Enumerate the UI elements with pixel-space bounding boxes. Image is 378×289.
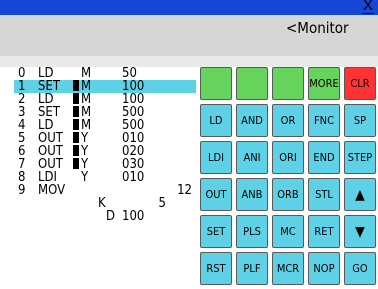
orb-key[interactable]: ORB [272,178,304,211]
instruction-keypad: MORE CLR LD AND OR FNC SP LDI ANI ORI END STEP OUT AN… [200,67,378,289]
value: 12 [177,183,192,198]
program-row[interactable]: K5 [14,197,196,210]
and-key[interactable]: AND [236,104,268,137]
step-number: 9 [18,183,26,198]
more-key[interactable]: MORE [308,67,340,100]
anb-key[interactable]: ANB [236,178,268,211]
contact-state-bar [73,145,80,158]
contact-state-bar [73,132,80,145]
set-key[interactable]: SET [200,215,232,248]
blank-key[interactable] [200,67,232,100]
program-list[interactable]: 0 LD M 50 1 SET M 100 2 LD M 100 3 SET M 500 4 LD M 500 5 OUT… [14,67,196,223]
instruction: MOV [38,183,66,198]
page-title: <Monitor [286,19,349,37]
value: 010 [122,170,145,185]
ldi-key[interactable]: LDI [200,141,232,174]
contact-state-bar [73,106,80,119]
sp-key[interactable]: SP [344,104,376,137]
value: 5 [158,196,166,211]
clr-key[interactable]: CLR [344,67,376,100]
go-key[interactable]: GO [344,252,376,285]
step-key[interactable]: STEP [344,141,376,174]
device: Y [81,170,89,185]
end-key[interactable]: END [308,141,340,174]
mc-key[interactable]: MC [272,215,304,248]
device: D [106,209,116,224]
blank-key[interactable] [236,67,268,100]
device: K [98,196,106,211]
pls-key[interactable]: PLS [236,215,268,248]
ret-key[interactable]: RET [308,215,340,248]
blank-key[interactable] [272,67,304,100]
fnc-key[interactable]: FNC [308,104,340,137]
rst-key[interactable]: RST [200,252,232,285]
separator-strip [0,56,378,67]
program-row[interactable]: D 100 [14,210,196,223]
or-key[interactable]: OR [272,104,304,137]
nop-key[interactable]: NOP [308,252,340,285]
title-bar: X [0,0,378,15]
plf-key[interactable]: PLF [236,252,268,285]
value: 100 [122,209,145,224]
stl-key[interactable]: STL [308,178,340,211]
contact-state-bar [73,93,80,106]
close-icon[interactable]: X [362,0,374,14]
up-arrow-icon[interactable]: ▲ [344,178,376,211]
ori-key[interactable]: ORI [272,141,304,174]
contact-state-bar [73,80,80,93]
contact-state-bar [73,158,80,171]
mcr-key[interactable]: MCR [272,252,304,285]
out-key[interactable]: OUT [200,178,232,211]
down-arrow-icon[interactable]: ▼ [344,215,376,248]
ld-key[interactable]: LD [200,104,232,137]
contact-state-bar [73,119,80,132]
ani-key[interactable]: ANI [236,141,268,174]
